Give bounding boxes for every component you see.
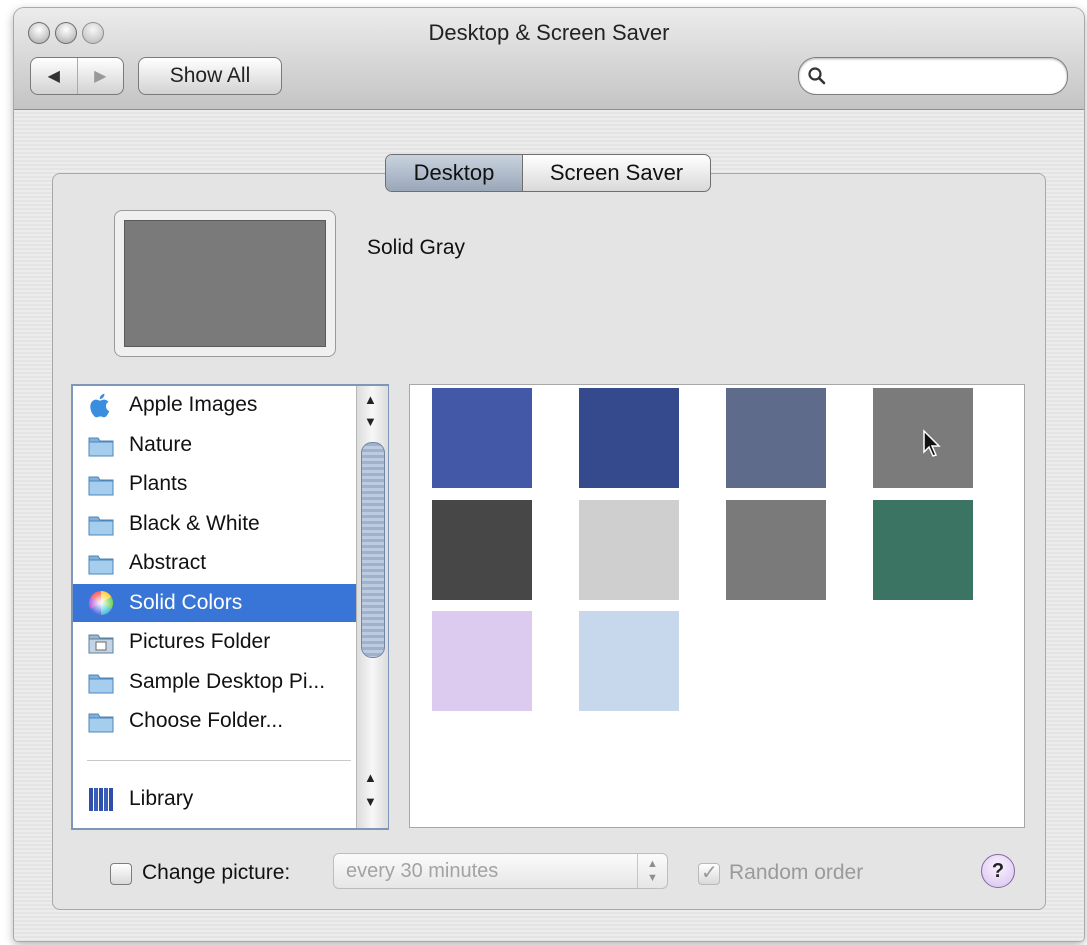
scroll-up-arrow-icon[interactable]: ▲ [364,770,377,785]
window: Desktop & Screen Saver ◀ ▶ Show All Desk… [14,8,1084,941]
folder-icon [88,555,114,575]
list-item-label: Plants [129,472,188,495]
search-input[interactable] [833,63,1059,89]
list-item-label: Apple Images [129,393,258,416]
back-forward-control: ◀ ▶ [30,57,124,95]
desktop-preview-well[interactable] [114,210,336,357]
tab-control: Desktop Screen Saver [385,154,711,192]
list-item[interactable]: Nature [73,426,356,464]
folder-icon [88,713,114,733]
list-item[interactable]: Sample Desktop Pi... [73,663,356,701]
color-swatch[interactable] [432,500,532,600]
library-icon [89,788,113,811]
color-swatch[interactable] [579,388,679,488]
back-button[interactable]: ◀ [31,58,78,94]
list-item-label: Black & White [129,512,260,535]
list-item-label: Choose Folder... [129,709,284,732]
color-swatch[interactable] [432,388,532,488]
interval-select[interactable]: every 30 minutes ▲ ▼ [333,853,668,889]
interval-value: every 30 minutes [346,860,499,882]
search-icon [808,67,826,85]
color-swatch[interactable] [579,500,679,600]
list-item-library[interactable]: Library [73,780,356,818]
swatch-grid [409,384,1025,828]
list-item[interactable]: Pictures Folder [73,623,356,661]
preference-content: Desktop Screen Saver Solid Gray Apple Im… [14,110,1084,941]
color-swatch[interactable] [873,500,973,600]
scroll-down-arrow-icon[interactable]: ▼ [364,794,377,809]
preview-name: Solid Gray [367,236,466,259]
pictures-folder-icon [88,634,114,654]
tab-desktop[interactable]: Desktop [386,155,523,191]
forward-button[interactable]: ▶ [78,58,124,94]
mouse-pointer-icon [923,429,941,457]
desktop-preview-image [124,220,326,347]
color-swatch[interactable] [579,611,679,711]
list-item[interactable]: Choose Folder... [73,702,356,740]
list-item-selected[interactable]: Solid Colors [73,584,356,622]
change-picture-checkbox[interactable] [110,863,132,885]
list-item-label: Sample Desktop Pi... [129,670,326,693]
color-swatch[interactable] [432,611,532,711]
color-swatch[interactable] [726,500,826,600]
list-item-label: Nature [129,433,193,456]
checkmark-icon: ✓ [701,862,718,884]
list-item-label: Abstract [129,551,207,574]
folder-icon [88,476,114,496]
random-order-checkbox[interactable]: ✓ [698,862,720,885]
list-item-label: Pictures Folder [129,630,271,653]
list-item[interactable]: Abstract [73,544,356,582]
list-separator [87,760,351,761]
scroll-up-arrow-icon[interactable]: ▲ [364,392,377,407]
scroll-thumb[interactable] [361,442,385,658]
apple-icon [90,393,110,418]
color-wheel-icon [88,591,114,615]
titlebar: Desktop & Screen Saver ◀ ▶ Show All [14,8,1084,110]
list-item-label: Library [129,787,194,810]
list-item[interactable]: Plants [73,465,356,503]
search-field[interactable] [798,57,1068,95]
folder-icon [88,674,114,694]
random-order-label: Random order [729,861,864,884]
folder-icon [88,516,114,536]
help-button[interactable]: ? [981,854,1015,888]
show-all-button[interactable]: Show All [138,57,282,95]
list-item[interactable]: Apple Images [73,386,356,424]
color-swatch[interactable] [726,388,826,488]
change-picture-label: Change picture: [142,861,291,884]
source-list: Apple Images Nature Plants Black & White… [71,384,389,830]
window-title: Desktop & Screen Saver [428,20,670,45]
vertical-scrollbar[interactable]: ▲ ▼ ▲ ▼ [356,386,388,828]
list-item[interactable]: Black & White [73,505,356,543]
list-item-label: Solid Colors [129,591,243,614]
tab-screen-saver[interactable]: Screen Saver [523,155,710,191]
folder-icon [88,437,114,457]
scroll-down-arrow-icon[interactable]: ▼ [364,414,377,429]
up-down-arrows-icon: ▲ ▼ [637,854,667,888]
